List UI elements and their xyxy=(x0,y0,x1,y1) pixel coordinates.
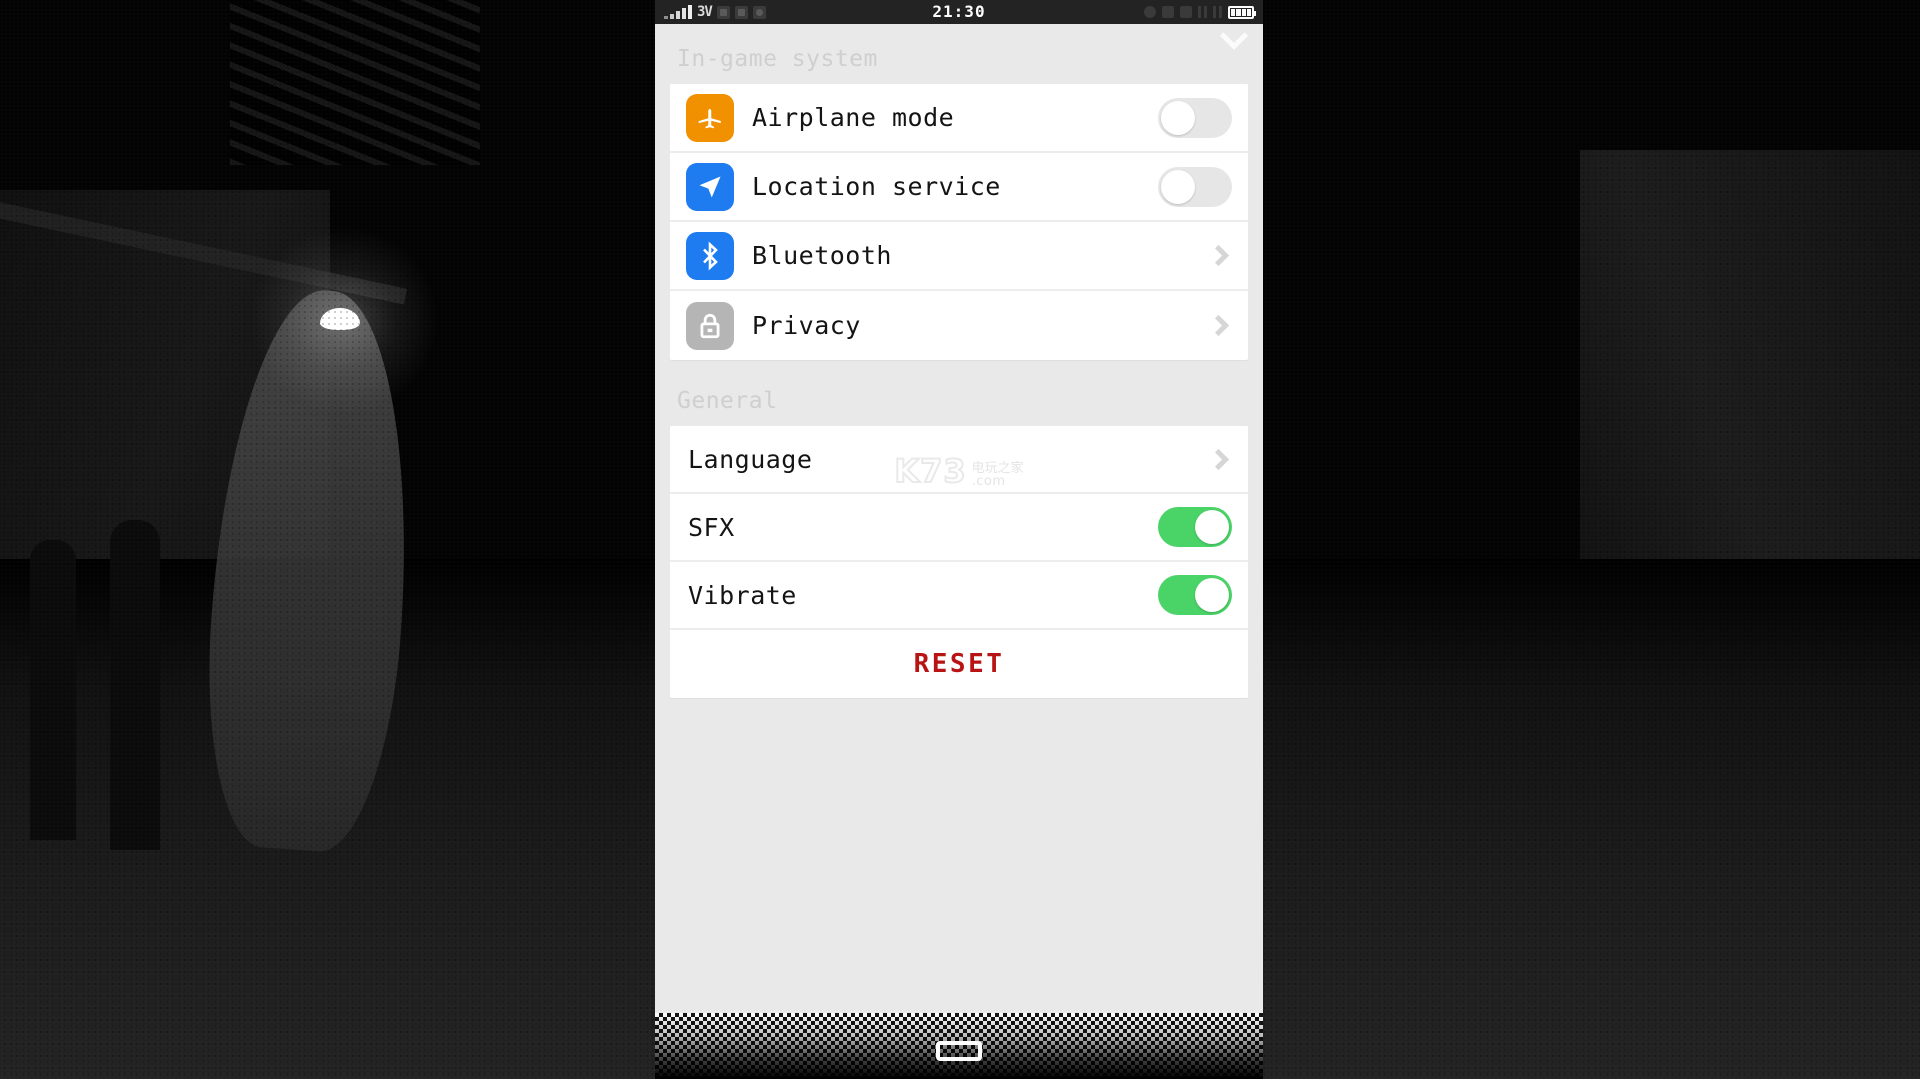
collapse-panel-button[interactable] xyxy=(1217,21,1251,56)
reset-button-label: RESET xyxy=(913,649,1005,679)
location-icon xyxy=(686,162,734,211)
chevron-right-icon xyxy=(1207,314,1230,337)
settings-row-label: Language xyxy=(688,444,813,474)
phone-settings-panel: 3V 21:30 In-game system Airplane mode Lo… xyxy=(655,0,1263,1079)
chevron-right-icon xyxy=(1207,244,1230,267)
sfx-toggle[interactable] xyxy=(1158,507,1232,547)
home-button[interactable] xyxy=(936,1041,982,1061)
reset-button[interactable]: RESET xyxy=(670,630,1248,698)
toggle-knob xyxy=(1161,169,1195,204)
lock-icon xyxy=(686,301,734,350)
toggle-knob xyxy=(1195,510,1229,544)
toggle-knob xyxy=(1161,100,1195,135)
settings-row-location-service[interactable]: Location service xyxy=(670,153,1248,222)
chevron-right-icon xyxy=(1207,448,1230,470)
airplane-icon xyxy=(686,93,734,142)
settings-row-label: Privacy xyxy=(752,311,861,340)
status-bar-clock: 21:30 xyxy=(932,2,986,21)
vibrate-toggle[interactable] xyxy=(1158,575,1232,615)
settings-content: In-game system Airplane mode Location se… xyxy=(655,21,1263,1013)
bluetooth-icon xyxy=(686,231,734,280)
settings-row-label: Location service xyxy=(752,172,1001,201)
general-card: Language SFX Vibrate RESET xyxy=(670,426,1248,698)
settings-row-privacy[interactable]: Privacy xyxy=(670,291,1248,360)
location-service-toggle[interactable] xyxy=(1158,166,1232,207)
toggle-knob xyxy=(1195,578,1229,612)
in-game-system-card: Airplane mode Location service Bluetooth… xyxy=(670,84,1248,360)
settings-row-label: SFX xyxy=(688,512,735,542)
settings-row-label: Vibrate xyxy=(688,580,797,610)
settings-row-label: Airplane mode xyxy=(752,103,955,132)
settings-row-label: Bluetooth xyxy=(752,241,892,270)
status-bar: 3V 21:30 xyxy=(655,0,1263,24)
screenshot-stage: 3V 21:30 In-game system Airplane mode Lo… xyxy=(0,0,1920,1079)
settings-row-vibrate[interactable]: Vibrate xyxy=(670,562,1248,630)
settings-row-language[interactable]: Language xyxy=(670,426,1248,494)
settings-row-airplane-mode[interactable]: Airplane mode xyxy=(670,84,1248,153)
battery-full-icon xyxy=(1228,5,1256,19)
settings-row-bluetooth[interactable]: Bluetooth xyxy=(670,222,1248,291)
section-header-in-game-system: In-game system xyxy=(677,46,878,72)
airplane-mode-toggle[interactable] xyxy=(1158,97,1232,138)
settings-row-sfx[interactable]: SFX xyxy=(670,494,1248,562)
section-header-general: General xyxy=(677,388,778,414)
